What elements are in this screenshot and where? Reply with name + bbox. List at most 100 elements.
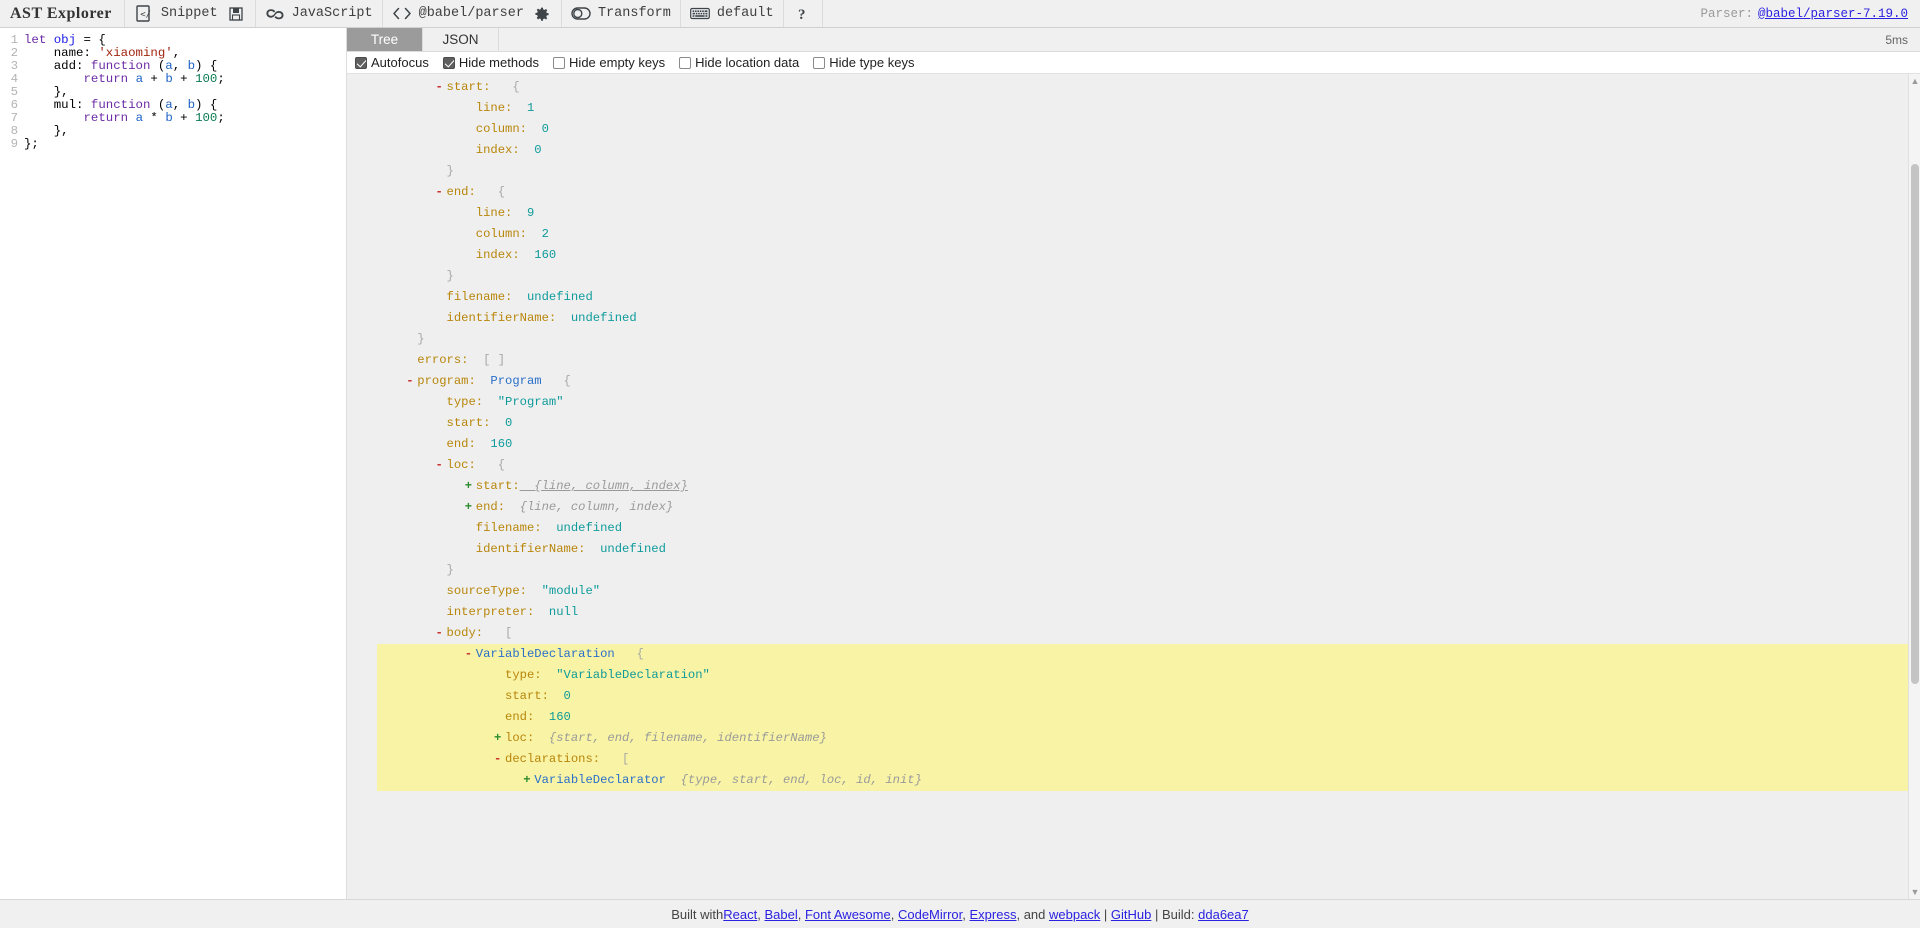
tab-tree[interactable]: Tree [347,28,423,51]
expand-toggle-icon[interactable]: + [465,476,476,497]
ast-tree-row[interactable]: errors: [ ] [377,350,1920,371]
ast-tree-row[interactable]: } [377,266,1920,287]
ast-tree-row[interactable]: line: 9 [377,203,1920,224]
gear-icon[interactable] [532,4,552,24]
ast-tree-row[interactable]: start: 0 [377,413,1920,434]
collapse-toggle-icon[interactable]: - [465,644,476,665]
collapse-toggle-icon[interactable]: - [436,455,447,476]
checkbox-icon[interactable] [355,56,367,69]
footer-link-github[interactable]: GitHub [1111,907,1151,922]
ast-tree-row[interactable]: type: "VariableDeclaration" [377,665,1920,686]
collapse-toggle-icon[interactable]: - [436,623,447,644]
ast-tree-row[interactable]: filename: undefined [377,518,1920,539]
ast-tree-row[interactable]: type: "Program" [377,392,1920,413]
ast-node-type[interactable]: Program [476,374,541,388]
footer-link-babel[interactable]: Babel [764,907,797,922]
toolbar-keymap-group[interactable]: default [681,0,784,27]
expand-toggle-icon[interactable]: + [465,497,476,518]
ast-tree-row[interactable]: + end: {line, column, index} [377,497,1920,518]
collapse-toggle-icon[interactable]: - [406,371,417,392]
ast-tree-row[interactable]: } [377,329,1920,350]
scroll-up-arrow[interactable]: ▲ [1910,76,1920,86]
tab-json[interactable]: JSON [423,28,499,51]
footer-link-dda6ea7[interactable]: dda6ea7 [1198,907,1249,922]
save-icon[interactable] [226,4,246,24]
footer-link-express[interactable]: Express [970,907,1017,922]
ast-value: [ ] [468,353,506,367]
collapse-toggle-icon[interactable]: - [436,77,447,98]
ast-tree-row[interactable]: - start: { [377,77,1920,98]
ast-vertical-scrollbar[interactable]: ▲ ▼ [1908,74,1920,899]
toolbar-snippet-group[interactable]: </ Snippet [125,0,256,27]
collapsed-preview[interactable]: {type, start, end, loc, id, init} [666,773,922,787]
checkbox-icon[interactable] [679,56,692,69]
ast-options-bar: Autofocus Hide methods Hide empty keys Hide… [347,52,1920,74]
ast-tree-row[interactable]: start: 0 [377,686,1920,707]
ast-tree-row[interactable]: identifierName: undefined [377,308,1920,329]
ast-option-autofocus[interactable]: Autofocus [355,55,429,70]
ast-tree-row[interactable]: - end: { [377,182,1920,203]
checkbox-icon[interactable] [553,56,566,69]
collapsed-preview[interactable]: {line, column, index} [505,500,674,514]
checkbox-icon[interactable] [442,56,455,69]
ast-tree-row[interactable]: sourceType: "module" [377,581,1920,602]
ast-tree-row[interactable]: column: 2 [377,224,1920,245]
footer-link-react[interactable]: React [723,907,757,922]
ast-tree-row[interactable]: + loc: {start, end, filename, identifierN… [377,728,1920,749]
collapsed-preview[interactable]: {start, end, filename, identifierName} [534,731,827,745]
ast-tree-row[interactable]: } [377,161,1920,182]
ast-tree-row[interactable]: - body: [ [377,623,1920,644]
toolbar-help-group[interactable]: ? [784,0,823,27]
ast-tree-row[interactable]: column: 0 [377,119,1920,140]
ast-tree-row[interactable]: - loc: { [377,455,1920,476]
footer-link-font-awesome[interactable]: Font Awesome [805,907,891,922]
ast-option-hide-methods[interactable]: Hide methods [442,55,539,70]
ast-option-hide-empty-keys[interactable]: Hide empty keys [553,55,665,70]
checkbox-icon[interactable] [813,56,826,69]
ast-tree-row[interactable]: index: 0 [377,140,1920,161]
code-editor-pane[interactable]: 1 let obj = {2 name: 'xiaoming', 3 add: fu… [0,28,347,899]
expand-toggle-icon[interactable]: + [523,770,534,791]
help-question-icon[interactable]: ? [793,4,813,24]
collapsed-preview[interactable]: {line, column, index} [520,479,688,493]
ast-tree-row[interactable]: interpreter: null [377,602,1920,623]
collapse-toggle-icon[interactable]: - [494,749,505,770]
ast-tree-row[interactable]: } [377,560,1920,581]
ast-tree-row[interactable]: identifierName: undefined [377,539,1920,560]
parser-version-link[interactable]: @babel/parser-7.19.0 [1758,7,1908,21]
footer-link-webpack[interactable]: webpack [1049,907,1100,922]
ast-tree-row[interactable]: + start: {line, column, index} [377,476,1920,497]
toolbar-parser-group[interactable]: @babel/parser [383,0,562,27]
toggle-placeholder [465,224,476,245]
collapse-toggle-icon[interactable]: - [436,182,447,203]
code-editor[interactable]: 1 let obj = {2 name: 'xiaoming', 3 add: fu… [0,28,346,151]
ast-tree-row[interactable]: - program: Program { [377,371,1920,392]
toggle-placeholder [436,392,447,413]
expand-toggle-icon[interactable]: + [494,728,505,749]
toolbar-language-group[interactable]: JavaScript [256,0,383,27]
ast-option-hide-type-keys[interactable]: Hide type keys [813,55,914,70]
ast-tree-row[interactable]: end: 160 [377,707,1920,728]
scroll-down-arrow[interactable]: ▼ [1910,887,1920,897]
code-token: ) { [195,59,218,73]
toolbar-transform-group[interactable]: Transform [562,0,681,27]
ast-tree-row[interactable]: - declarations: [ [377,749,1920,770]
ast-tree-row[interactable]: + VariableDeclarator {type, start, end, l… [377,770,1920,791]
ast-tree-row[interactable]: - VariableDeclaration { [377,644,1920,665]
ast-tree[interactable]: - start: { line: 1 column: 0 index: 0 } -… [347,77,1920,791]
ast-tree-row[interactable]: line: 1 [377,98,1920,119]
ast-tree-row[interactable]: index: 160 [377,245,1920,266]
ast-node-type[interactable]: VariableDeclarator [534,773,666,787]
footer-link-codemirror[interactable]: CodeMirror [898,907,962,922]
ast-option-hide-location-data[interactable]: Hide location data [679,55,799,70]
ast-tree-row[interactable]: end: 160 [377,434,1920,455]
ast-tree-row[interactable]: filename: undefined [377,287,1920,308]
svg-text:?: ? [798,7,806,22]
ast-key: end: [475,500,506,514]
ast-scrollbar-thumb[interactable] [1911,164,1919,684]
ast-value: 0 [519,143,542,157]
ast-tree-scroll-area[interactable]: - start: { line: 1 column: 0 index: 0 } -… [347,74,1920,899]
ast-node-type[interactable]: VariableDeclaration [476,647,615,661]
